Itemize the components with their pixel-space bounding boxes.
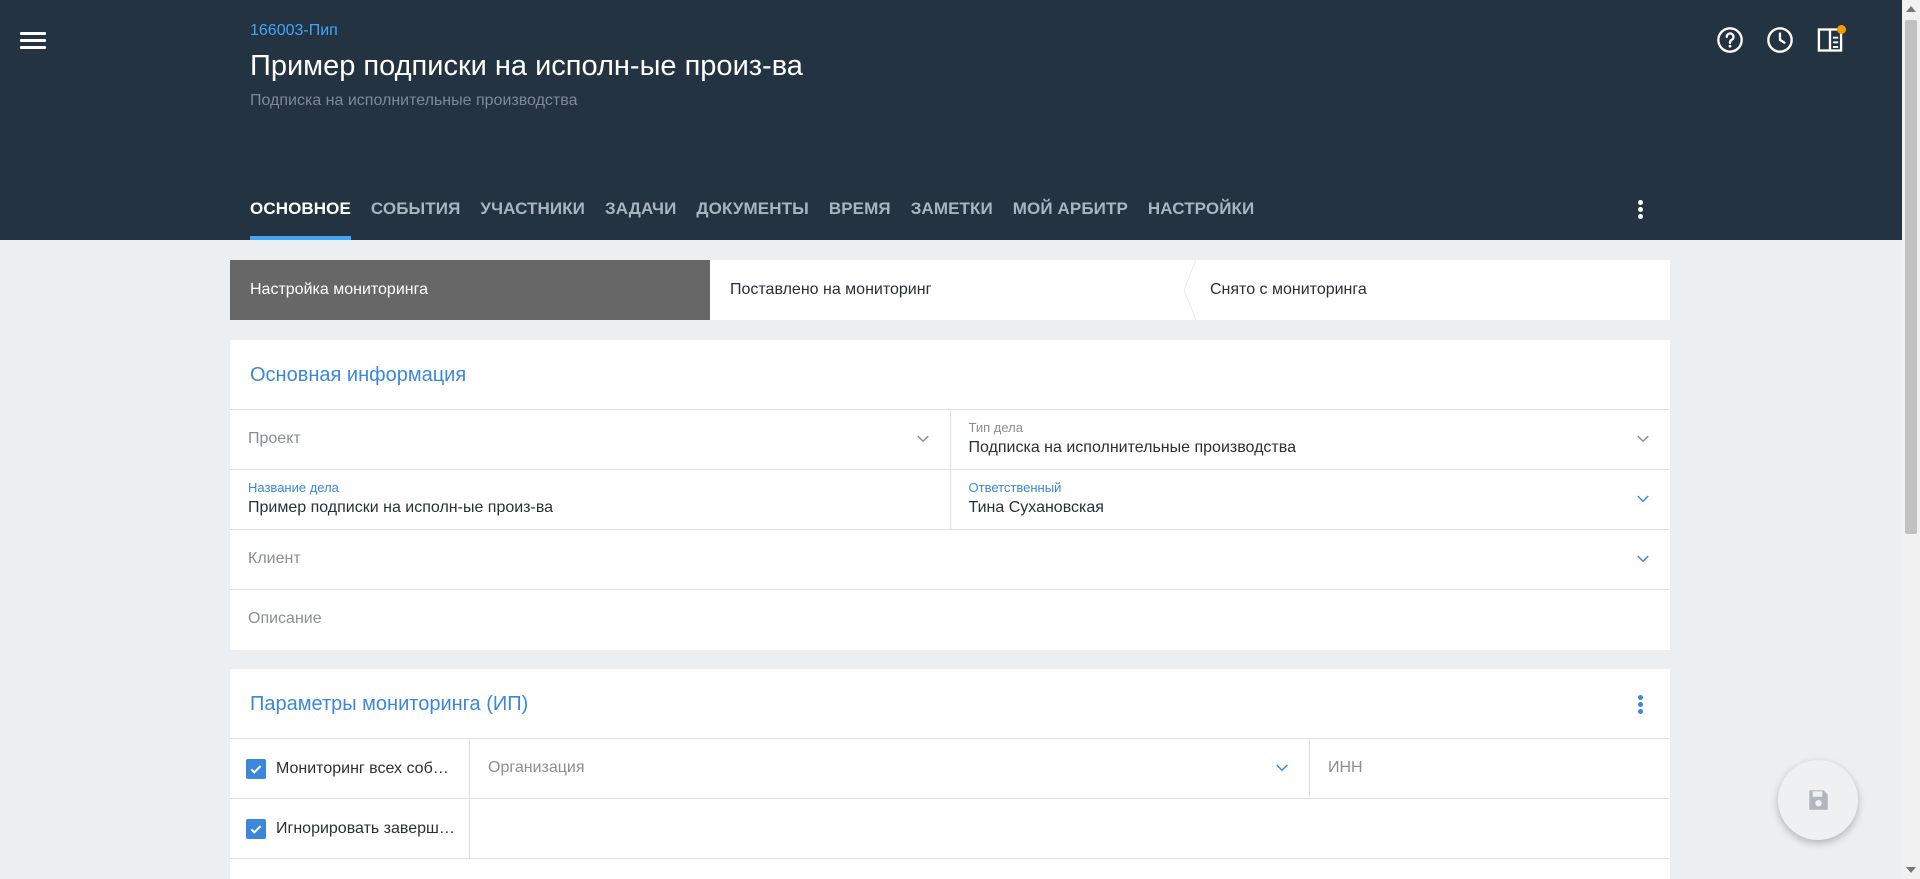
step-on-monitoring[interactable]: Поставлено на мониторинг	[710, 260, 1196, 320]
card-more-icon[interactable]	[1634, 693, 1646, 717]
step-setup-monitoring[interactable]: Настройка мониторинга	[230, 260, 710, 320]
responsible-value: Тина Сухановская	[968, 499, 1104, 516]
page-subtitle: Подписка на исполнительные производства	[250, 92, 578, 109]
inn-placeholder: ИНН	[1328, 759, 1363, 776]
case-name-value: Пример подписки на исполн-ые произ-ва	[248, 499, 554, 516]
tab-participants[interactable]: УЧАСТНИКИ	[480, 190, 585, 240]
tab-documents[interactable]: ДОКУМЕНТЫ	[696, 190, 808, 240]
organization-placeholder: Организация	[488, 759, 585, 776]
monitoring-params-card: Параметры мониторинга (ИП) Мониторинг вс…	[230, 669, 1670, 879]
description-field[interactable]: Описание	[230, 590, 1670, 650]
chevron-down-icon	[1634, 490, 1652, 508]
case-name-field[interactable]: Название дела Пример подписки на исполн-…	[230, 470, 950, 529]
case-name-label: Название дела	[248, 480, 339, 495]
panel-icon[interactable]	[1816, 25, 1846, 54]
main-info-title: Основная информация	[230, 340, 1670, 410]
chevron-down-icon	[1634, 550, 1652, 568]
checkbox-checked-icon	[246, 758, 266, 779]
main-info-card: Основная информация Проект Тип дела Подп…	[230, 340, 1670, 650]
save-icon	[1809, 790, 1828, 810]
client-placeholder: Клиент	[248, 550, 301, 567]
status-stepper: Настройка мониторинга Поставлено на мони…	[230, 260, 1670, 320]
tab-bar: ОСНОВНОЕ СОБЫТИЯ УЧАСТНИКИ ЗАДАЧИ ДОКУМЕ…	[250, 190, 1254, 240]
empty-cell	[470, 799, 1670, 859]
tab-main[interactable]: ОСНОВНОЕ	[250, 190, 351, 240]
tab-notes[interactable]: ЗАМЕТКИ	[911, 190, 993, 240]
scroll-down-arrow-icon[interactable]	[1906, 867, 1916, 873]
ignore-completed-label: Игнорировать заверш…	[276, 819, 455, 837]
project-placeholder: Проект	[248, 430, 301, 447]
save-button[interactable]	[1778, 760, 1858, 840]
organization-select[interactable]: Организация	[470, 739, 1310, 799]
hamburger-menu-icon[interactable]	[18, 28, 48, 52]
monitor-all-events-label: Мониторинг всех соб…	[276, 759, 449, 777]
tab-events[interactable]: СОБЫТИЯ	[371, 190, 460, 240]
scroll-up-arrow-icon[interactable]	[1906, 6, 1916, 12]
responsible-label: Ответственный	[968, 480, 1062, 495]
case-type-select[interactable]: Тип дела Подписка на исполнительные прои…	[949, 410, 1671, 469]
tab-time[interactable]: ВРЕМЯ	[829, 190, 891, 240]
step-off-monitoring[interactable]: Снято с мониторинга	[1190, 260, 1670, 320]
ignore-completed-checkbox[interactable]: Игнорировать заверш…	[230, 799, 470, 859]
app-header: 166003-Пип Пример подписки на исполн-ые …	[0, 0, 1902, 240]
help-icon[interactable]	[1716, 26, 1744, 54]
page-title: Пример подписки на исполн-ые произ-ва	[250, 50, 803, 82]
project-select[interactable]: Проект	[230, 410, 950, 469]
description-placeholder: Описание	[248, 610, 322, 627]
chevron-down-icon	[1273, 759, 1291, 777]
client-select[interactable]: Клиент	[230, 530, 1670, 589]
case-type-label: Тип дела	[968, 420, 1023, 435]
vertical-scrollbar[interactable]	[1902, 0, 1920, 879]
monitoring-params-title: Параметры мониторинга (ИП)	[230, 669, 1670, 739]
tab-settings[interactable]: НАСТРОЙКИ	[1148, 190, 1254, 240]
tab-my-arbitr[interactable]: МОЙ АРБИТР	[1013, 190, 1128, 240]
case-code-link[interactable]: 166003-Пип	[250, 22, 338, 40]
chevron-down-icon	[1634, 430, 1652, 448]
tabs-more-icon[interactable]	[1630, 198, 1650, 222]
monitor-all-events-checkbox[interactable]: Мониторинг всех соб…	[230, 739, 470, 799]
responsible-select[interactable]: Ответственный Тина Сухановская	[949, 470, 1671, 529]
inn-input[interactable]: ИНН	[1310, 739, 1670, 799]
tab-tasks[interactable]: ЗАДАЧИ	[605, 190, 676, 240]
history-icon[interactable]	[1766, 26, 1794, 54]
checkbox-checked-icon	[246, 818, 266, 839]
header-actions	[1716, 25, 1846, 54]
chevron-down-icon	[914, 430, 932, 448]
scroll-thumb[interactable]	[1905, 20, 1917, 534]
case-type-value: Подписка на исполнительные производства	[968, 439, 1296, 456]
notification-dot	[1837, 25, 1846, 34]
